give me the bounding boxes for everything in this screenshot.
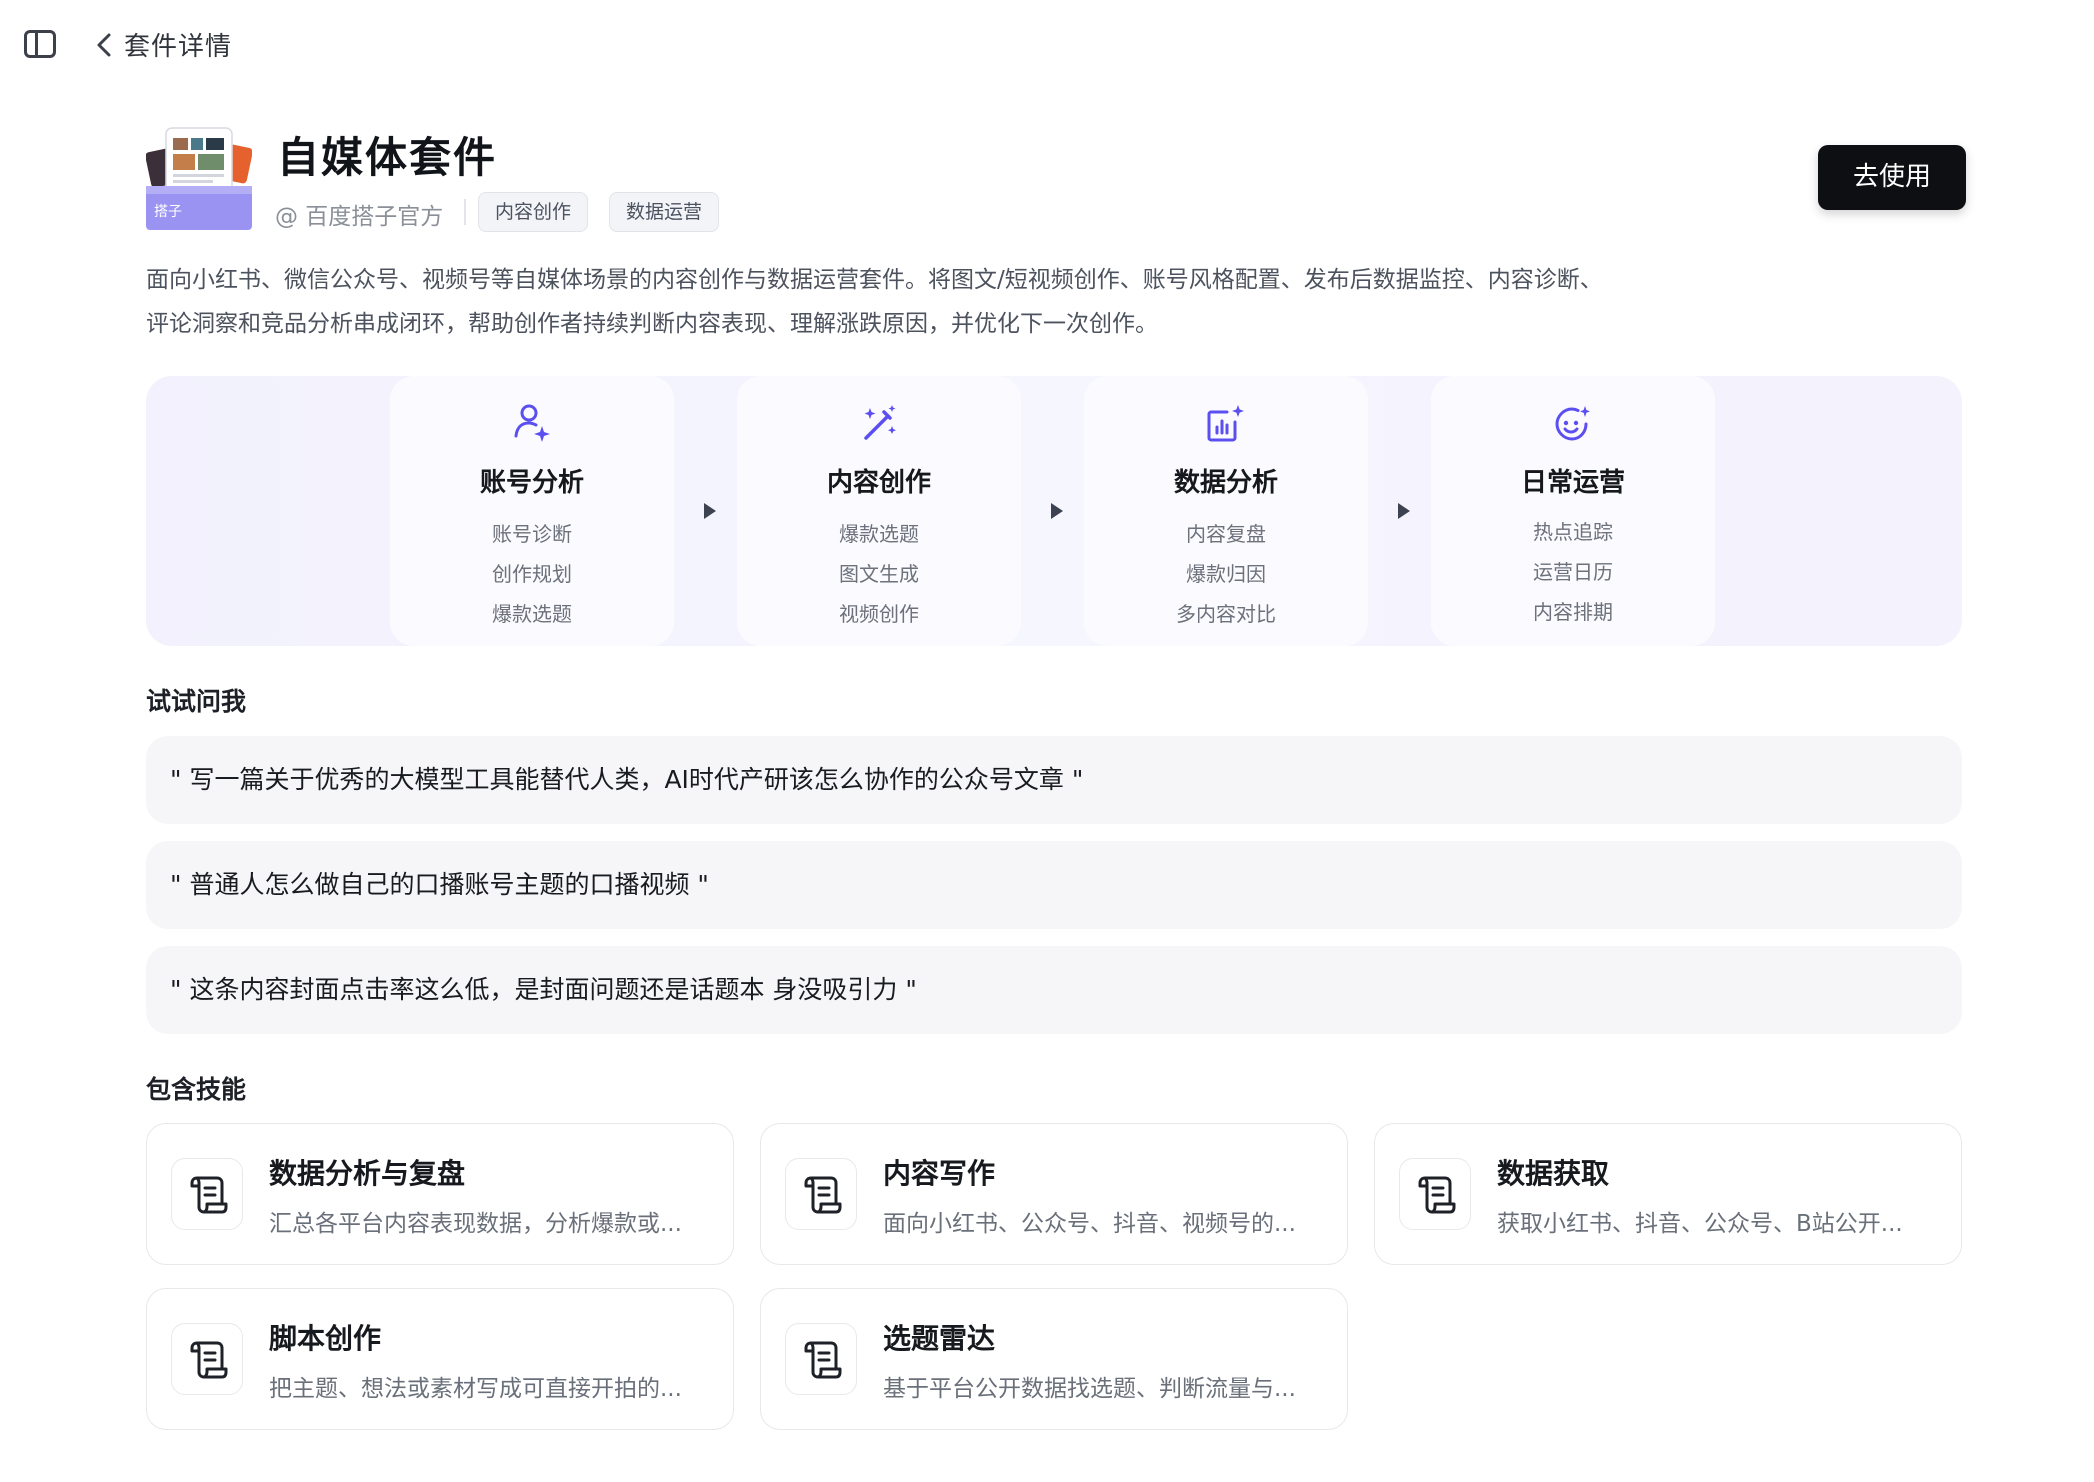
- workflow-panel: 账号分析 账号诊断 创作规划 爆款选题 内容创作 爆款选题 图文生成 视频创作 …: [146, 376, 1962, 646]
- skill-description: 面向小红书、公众号、抖音、视频号的...: [883, 1211, 1296, 1237]
- stage-item: 运营日历: [1533, 560, 1613, 584]
- stage-item: 多内容对比: [1176, 602, 1276, 626]
- skill-card-script-creation[interactable]: 脚本创作 把主题、想法或素材写成可直接开拍的...: [146, 1288, 734, 1430]
- stage-item: 创作规划: [492, 562, 572, 586]
- skills-title: 包含技能: [146, 1075, 247, 1104]
- author-divider: [464, 199, 466, 225]
- skill-card-data-analysis-review[interactable]: 数据分析与复盘 汇总各平台内容表现数据，分析爆款或...: [146, 1123, 734, 1265]
- use-button[interactable]: 去使用: [1818, 145, 1966, 210]
- smile-sparkle-icon: [1555, 406, 1590, 441]
- chart-sparkle-icon: [1207, 405, 1244, 442]
- stage-item: 爆款归因: [1186, 562, 1266, 586]
- skill-card-content-writing[interactable]: 内容写作 面向小红书、公众号、抖音、视频号的...: [760, 1123, 1348, 1265]
- scroll-icon: [171, 1323, 243, 1395]
- scroll-icon: [1399, 1158, 1471, 1230]
- scroll-icon: [785, 1323, 857, 1395]
- skill-card-data-fetching[interactable]: 数据获取 获取小红书、抖音、公众号、B站公开...: [1374, 1123, 1962, 1265]
- suggested-prompt[interactable]: " 这条内容封面点击率这么低，是封面问题还是话题本 身没吸引力 ": [146, 946, 1962, 1034]
- stage-item: 热点追踪: [1533, 520, 1613, 544]
- user-sparkle-icon: [514, 404, 550, 442]
- sidebar-toggle-icon[interactable]: [24, 30, 56, 58]
- skill-name: 数据获取: [1497, 1157, 1610, 1190]
- scroll-icon: [171, 1158, 243, 1230]
- skill-description: 基于平台公开数据找选题、判断流量与...: [883, 1376, 1296, 1402]
- stage-item: 内容排期: [1533, 600, 1613, 624]
- stage-item: 视频创作: [839, 602, 919, 626]
- svg-text:搭子: 搭子: [154, 204, 182, 220]
- stage-item: 爆款选题: [839, 522, 919, 546]
- top-bar: 套件详情: [0, 0, 2094, 90]
- skill-name: 脚本创作: [269, 1322, 382, 1355]
- suite-logo: 搭子: [146, 127, 252, 230]
- skill-description: 获取小红书、抖音、公众号、B站公开...: [1497, 1211, 1903, 1237]
- suggested-prompt[interactable]: " 普通人怎么做自己的口播账号主题的口播视频 ": [146, 841, 1962, 929]
- page-title: 套件详情: [124, 32, 233, 62]
- tag-data-operations: 数据运营: [609, 192, 720, 232]
- stage-title: 数据分析: [1173, 468, 1278, 498]
- stage-title: 内容创作: [826, 468, 931, 498]
- skill-name: 内容写作: [883, 1157, 996, 1190]
- workflow-stage-account-analysis: 账号分析 账号诊断 创作规划 爆款选题: [390, 376, 674, 646]
- stage-item: 内容复盘: [1186, 522, 1266, 546]
- stage-title: 日常运营: [1520, 468, 1625, 498]
- suggested-prompt[interactable]: " 写一篇关于优秀的大模型工具能替代人类，AI时代产研该怎么协作的公众号文章 ": [146, 736, 1962, 824]
- stage-item: 图文生成: [839, 562, 919, 586]
- stage-item: 爆款选题: [492, 602, 572, 626]
- skill-card-topic-radar[interactable]: 选题雷达 基于平台公开数据找选题、判断流量与...: [760, 1288, 1348, 1430]
- skill-name: 数据分析与复盘: [269, 1157, 466, 1190]
- stage-title: 账号分析: [479, 468, 584, 498]
- play-arrow-icon: [704, 503, 716, 519]
- chevron-left-icon[interactable]: [92, 32, 118, 58]
- magic-wand-icon: [864, 405, 896, 440]
- scroll-icon: [785, 1158, 857, 1230]
- skill-description: 汇总各平台内容表现数据，分析爆款或...: [269, 1211, 682, 1237]
- stage-item: 账号诊断: [492, 522, 572, 546]
- play-arrow-icon: [1398, 503, 1410, 519]
- skill-name: 选题雷达: [883, 1322, 996, 1355]
- workflow-stage-data-analysis: 数据分析 内容复盘 爆款归因 多内容对比: [1084, 376, 1368, 646]
- tag-content-creation: 内容创作: [478, 192, 589, 232]
- workflow-stage-daily-operations: 日常运营 热点追踪 运营日历 内容排期: [1431, 376, 1715, 646]
- workflow-stage-content-creation: 内容创作 爆款选题 图文生成 视频创作: [737, 376, 1021, 646]
- suite-author: @ 百度搭子官方: [275, 204, 444, 230]
- suite-name: 自媒体套件: [277, 133, 498, 182]
- suite-description: 面向小红书、微信公众号、视频号等自媒体场景的内容创作与数据运营套件。将图文/短视…: [146, 267, 1603, 337]
- try-ask-title: 试试问我: [146, 687, 247, 716]
- skill-description: 把主题、想法或素材写成可直接开拍的...: [269, 1376, 682, 1402]
- play-arrow-icon: [1051, 503, 1063, 519]
